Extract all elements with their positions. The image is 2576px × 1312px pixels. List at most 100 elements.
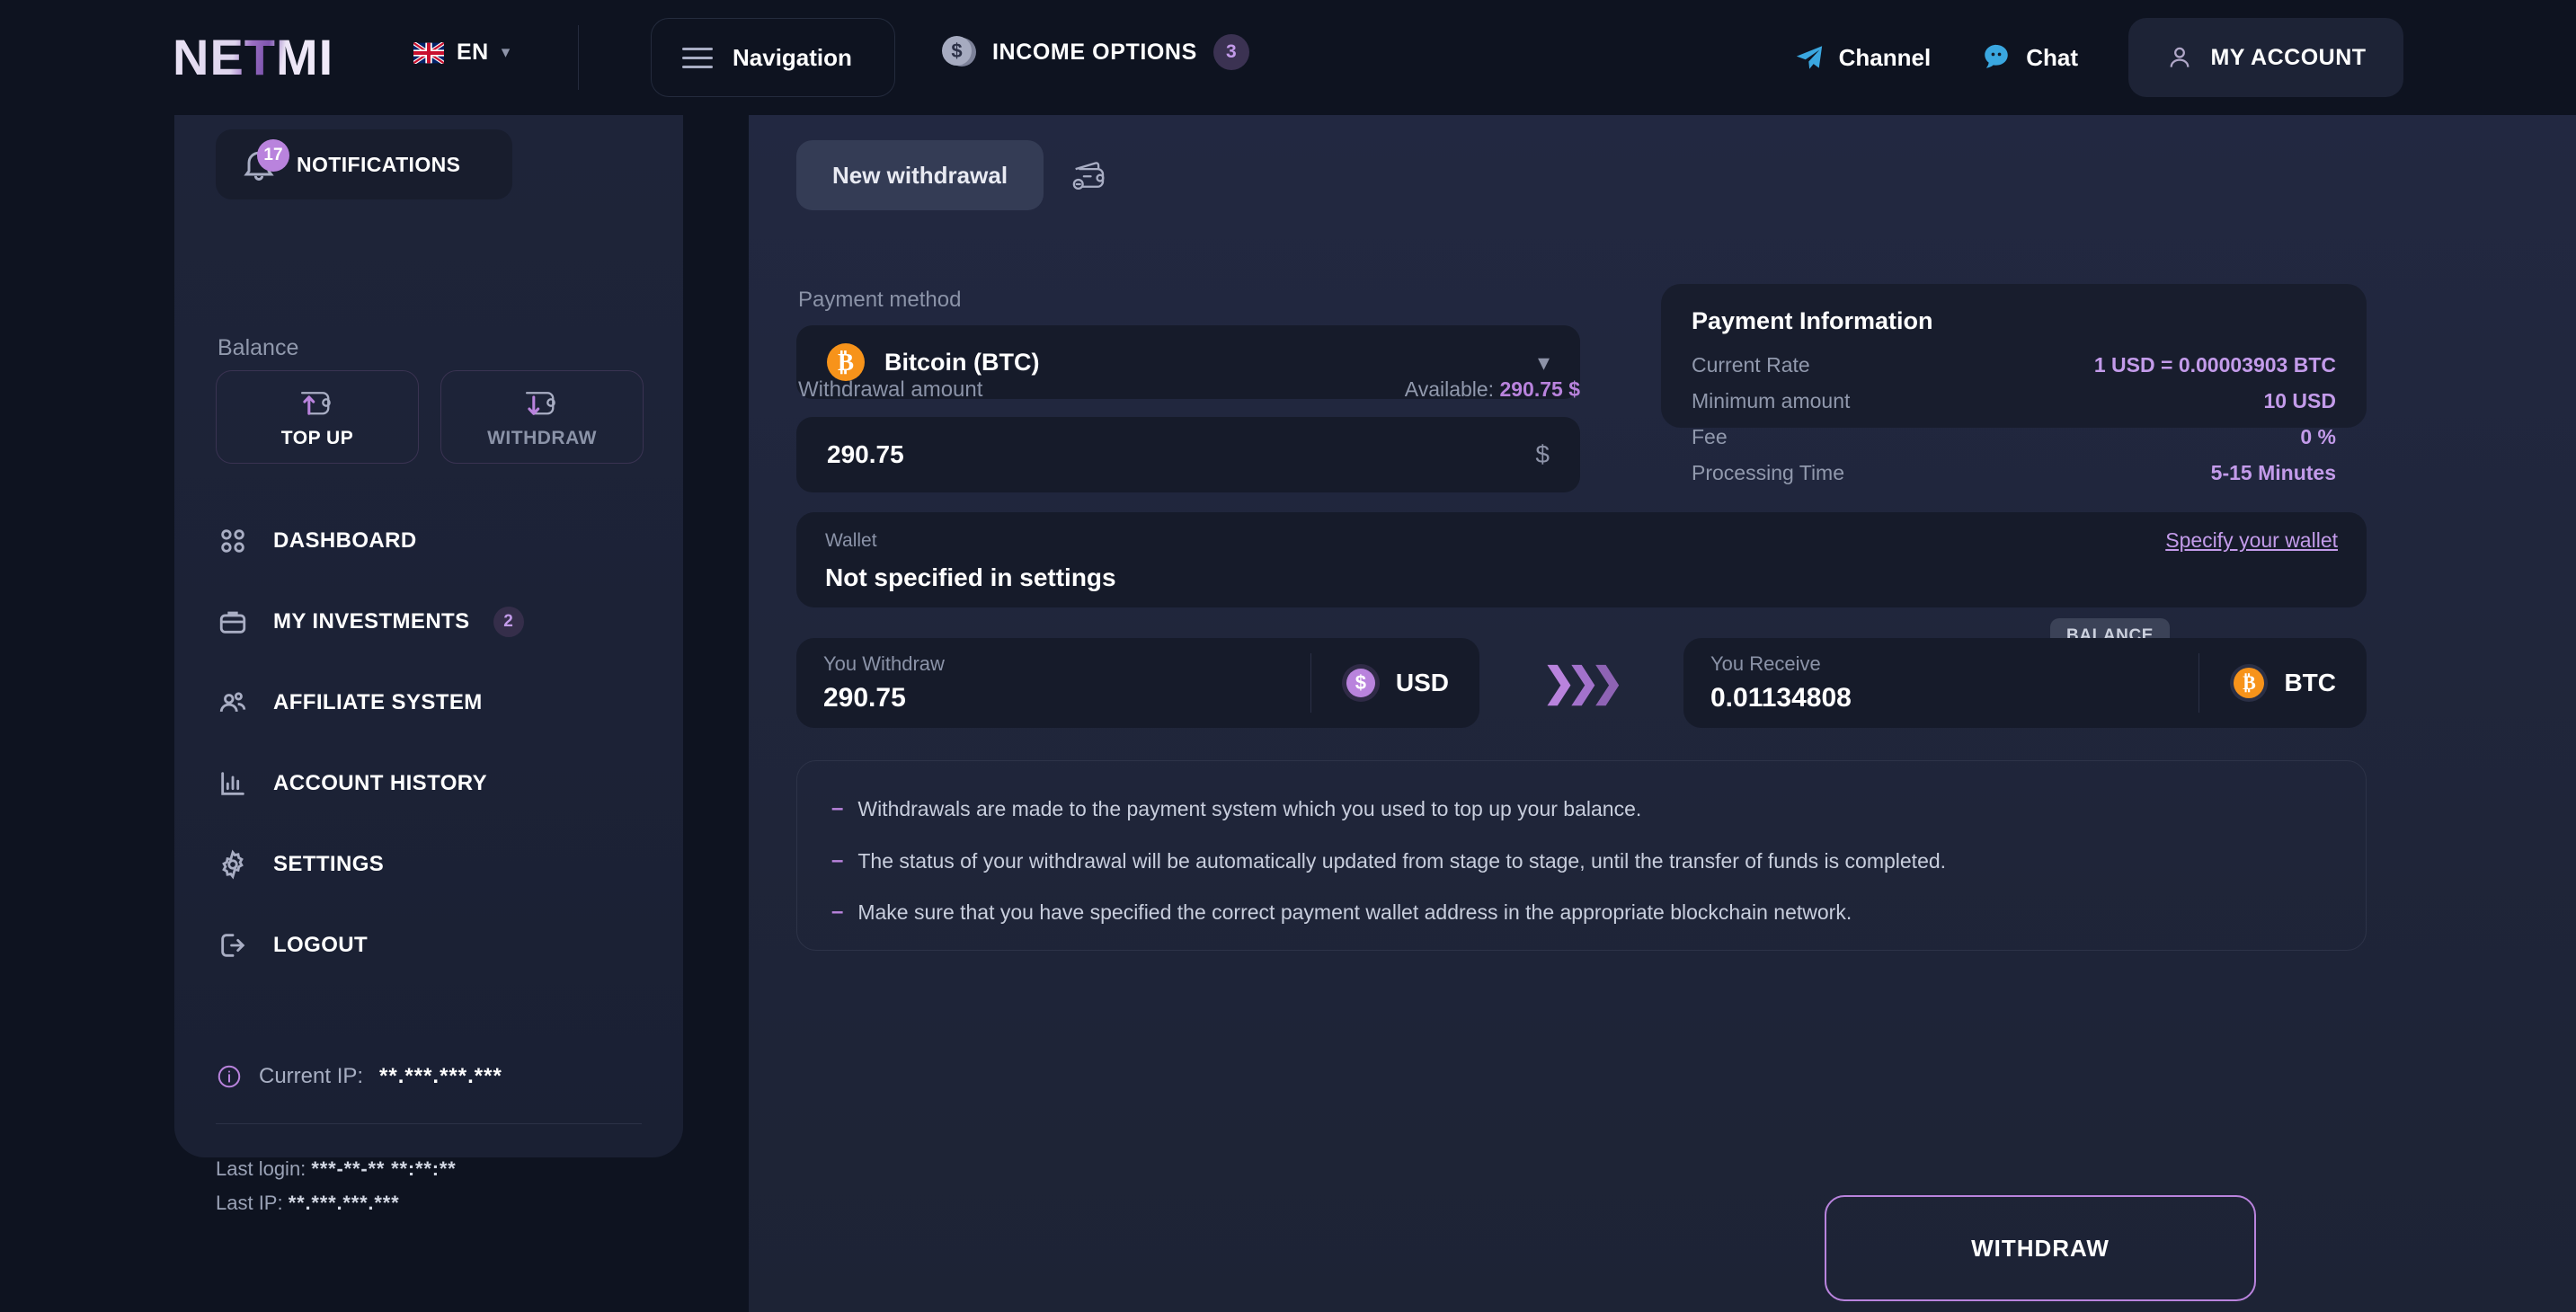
sidebar-item-label: DASHBOARD: [273, 528, 417, 553]
chevron-down-icon: ▾: [1537, 348, 1550, 376]
sidebar-item-account-history[interactable]: ACCOUNT HISTORY: [216, 762, 642, 805]
sidebar-item-label: LOGOUT: [273, 933, 369, 957]
wallet-label: Wallet: [825, 529, 877, 551]
my-account-button[interactable]: MY ACCOUNT: [2128, 18, 2403, 97]
top-up-button[interactable]: TOP UP: [216, 370, 419, 464]
last-session-info: Last login: ***-**-** **:**:** Last IP: …: [216, 1157, 457, 1226]
main-content-panel: New withdrawal Payment method ₿ Bitcoin …: [749, 115, 2576, 1312]
tab-new-withdrawal[interactable]: New withdrawal: [796, 140, 1044, 210]
you-withdraw-card: You Withdraw 290.75 $ USD BALANCE: [796, 618, 2171, 728]
language-selector[interactable]: EN ▾: [413, 40, 510, 66]
income-options-count-badge: 3: [1212, 34, 1249, 70]
note-text: Withdrawals are made to the payment syst…: [857, 797, 1642, 820]
specify-wallet-link[interactable]: Specify your wallet: [2165, 528, 2338, 553]
you-receive-main[interactable]: You Receive 0.01134808: [1683, 652, 1879, 714]
bitcoin-icon: ₿: [827, 343, 865, 381]
user-icon: [2171, 47, 2190, 67]
current-ip-value: **.***.***.***: [379, 1064, 502, 1088]
sidebar-divider: [216, 1123, 642, 1124]
channel-link[interactable]: Channel: [1794, 42, 1931, 73]
gear-icon: [216, 847, 250, 882]
wallet-value: Not specified in settings: [825, 563, 1116, 591]
payment-info-value: 0 %: [2300, 425, 2336, 448]
header-right-group: Channel Chat MY ACCOUNT: [1794, 0, 2576, 115]
navigation-button-label: Navigation: [733, 43, 852, 71]
chevron-down-icon: ▾: [501, 43, 511, 62]
note-bullet-icon: –: [831, 900, 844, 925]
sidebar-item-settings[interactable]: SETTINGS: [216, 843, 642, 886]
navigation-button[interactable]: Navigation: [651, 18, 895, 97]
you-withdraw-label: You Withdraw: [823, 652, 945, 675]
sidebar-item-affiliate-system[interactable]: AFFILIATE SYSTEM: [216, 681, 642, 724]
payment-info-key: Minimum amount: [1692, 389, 1851, 412]
wallet-card-header: Wallet Specify your wallet: [825, 528, 2338, 553]
sidebar-item-count-badge: 2: [493, 607, 524, 637]
payment-info-value: 5-15 Minutes: [2210, 461, 2336, 484]
last-login-value: ***-**-** **:**:**: [311, 1157, 457, 1180]
you-receive-label: You Receive: [1710, 652, 1821, 675]
brand-logo[interactable]: NETMI: [173, 32, 333, 83]
sidebar-item-label: MY INVESTMENTS: [273, 609, 470, 634]
note-item: – The status of your withdrawal will be …: [831, 847, 2332, 874]
withdraw-submit-button[interactable]: WITHDRAW: [1825, 1195, 2256, 1301]
sidebar-nav-list: DASHBOARD MY INVESTMENTS 2 AFFILIATE SYS…: [216, 519, 642, 1005]
hamburger-menu-icon: [682, 47, 713, 68]
note-text: The status of your withdrawal will be au…: [857, 848, 1947, 873]
sidebar-item-my-investments[interactable]: MY INVESTMENTS 2: [216, 600, 642, 643]
payment-info-key: Fee: [1692, 425, 1728, 448]
you-receive-card: You Receive 0.01134808 ₿ BTC: [1683, 638, 2367, 728]
payment-info-row: Processing Time 5-15 Minutes: [1692, 461, 2336, 485]
balance-section-label: Balance: [218, 335, 299, 360]
withdrawal-amount-value: 290.75: [827, 440, 904, 468]
chat-link[interactable]: Chat: [1981, 42, 2078, 73]
withdraw-balance-button[interactable]: WITHDRAW: [440, 370, 644, 464]
sidebar-item-logout[interactable]: LOGOUT: [216, 924, 642, 967]
sidebar-item-label: SETTINGS: [273, 852, 385, 876]
last-ip-label: Last IP:: [216, 1192, 283, 1214]
you-receive-currency[interactable]: ₿ BTC: [2199, 664, 2367, 702]
currency-symbol: $: [1535, 440, 1550, 468]
top-up-label: TOP UP: [280, 428, 354, 448]
current-ip-label: Current IP:: [259, 1064, 364, 1088]
language-code: EN: [457, 40, 489, 65]
you-receive-currency-label: BTC: [2284, 669, 2336, 696]
payment-method-value: Bitcoin (BTC): [884, 348, 1040, 376]
uk-flag-icon: [413, 41, 444, 64]
payment-info-row: Current Rate 1 USD = 0.00003903 BTC: [1692, 353, 2336, 377]
withdrawal-amount-input[interactable]: 290.75 $: [796, 417, 1580, 492]
briefcase-icon: [216, 605, 250, 639]
current-ip-row: Current IP: **.***.***.***: [216, 1063, 502, 1090]
payment-info-key: Processing Time: [1692, 461, 1845, 484]
payment-info-key: Current Rate: [1692, 353, 1810, 377]
info-icon: [218, 1065, 241, 1088]
usd-coin-icon: $: [1341, 664, 1380, 702]
header-divider: [578, 25, 579, 90]
last-login-label: Last login:: [216, 1157, 306, 1180]
you-withdraw-currency[interactable]: $ USD: [1311, 664, 1479, 702]
notifications-button[interactable]: 17 NOTIFICATIONS: [216, 129, 512, 199]
note-bullet-icon: –: [831, 847, 844, 873]
income-options-label: INCOME OPTIONS: [992, 39, 1197, 65]
coins-dollar-icon: $: [942, 35, 976, 69]
bell-icon-wrapper: 17: [239, 139, 289, 184]
top-header-bar: NETMI EN ▾ Navigation $ INCOME OPTIONS 3…: [0, 0, 2576, 115]
you-withdraw-main[interactable]: You Withdraw 290.75: [796, 652, 972, 714]
wallet-icon[interactable]: [1069, 155, 1110, 195]
last-ip-row: Last IP: **.***.***.***: [216, 1192, 457, 1215]
grid-icon: [216, 524, 250, 558]
payment-information-card: Payment Information Current Rate 1 USD =…: [1661, 284, 2367, 484]
exchange-row: You Withdraw 290.75 $ USD BALANCE ❯ ❯ ❯ Yo…: [796, 618, 2367, 728]
users-icon: [216, 686, 250, 720]
panel-tab-row: New withdrawal: [796, 140, 1110, 210]
payment-info-value: 1 USD = 0.00003903 BTC: [2093, 353, 2336, 377]
chat-bubble-icon: [1985, 44, 2008, 68]
exchange-arrows-icon: ❯ ❯ ❯: [1542, 660, 1624, 705]
bar-chart-icon: [216, 767, 250, 801]
last-login-row: Last login: ***-**-** **:**:**: [216, 1157, 457, 1181]
wallet-card: Wallet Specify your wallet Not specified…: [796, 512, 2367, 607]
sidebar-item-dashboard[interactable]: DASHBOARD: [216, 519, 642, 563]
withdrawal-notes: – Withdrawals are made to the payment sy…: [796, 760, 2367, 951]
note-item: – Make sure that you have specified the …: [831, 900, 2332, 926]
you-withdraw-value: 290.75: [823, 683, 906, 713]
income-options-button[interactable]: $ INCOME OPTIONS 3: [942, 34, 1249, 70]
